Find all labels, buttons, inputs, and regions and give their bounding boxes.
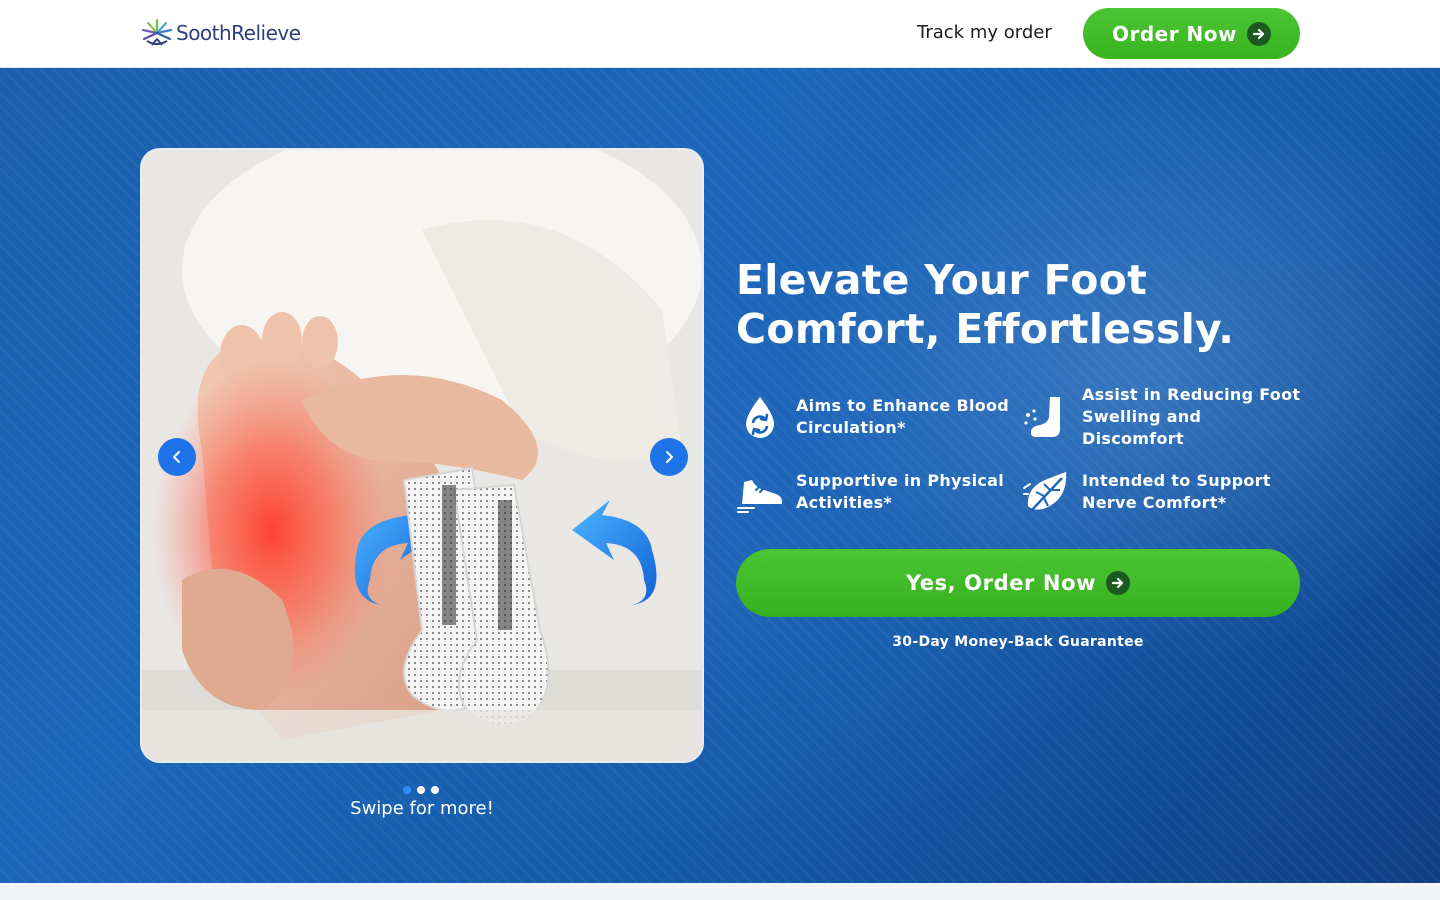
hero-section: Swipe for more! Elevate Your Foot Comfor… [0,68,1440,883]
arrow-right-icon [1247,21,1272,46]
product-carousel[interactable] [140,148,704,763]
lotus-logo-icon [141,18,173,46]
chevron-left-icon [173,451,180,463]
next-section-edge [0,883,1440,900]
product-slide-image [142,150,702,761]
feature-nerve-text: Intended to Support Nerve Comfort* [1082,471,1271,512]
feature-swelling-text: Assist in Reducing Foot Swelling and Dis… [1082,385,1301,448]
order-now-button[interactable]: Order Now [1083,8,1300,59]
brand-name: SoothRelieve [176,21,301,45]
carousel-prev-button[interactable] [158,438,196,476]
feature-swelling: Assist in Reducing Foot Swelling and Dis… [1022,384,1302,450]
feature-activities: Supportive in Physical Activities* [736,468,1016,516]
brand-logo[interactable]: SoothRelieve [140,16,301,50]
money-back-guarantee: 30-Day Money-Back Guarantee [892,634,1144,650]
cta-label: Yes, Order Now [905,571,1097,595]
carousel-dots [403,786,439,794]
feature-circulation-text: Aims to Enhance Blood Circulation* [796,396,1010,437]
drop-circulation-icon [746,397,774,438]
carousel-next-button[interactable] [650,438,688,476]
feature-activities-text: Supportive in Physical Activities* [796,471,1005,512]
carousel-dot-1[interactable] [403,786,411,794]
site-header: SoothRelieve Track my order Order Now [0,0,1440,68]
running-shoe-icon [737,480,782,513]
carousel-dot-2[interactable] [417,786,425,794]
arrow-right-icon [1106,571,1131,595]
leaf-nerve-icon [1023,472,1067,513]
carousel-dot-3[interactable] [431,786,439,794]
yes-order-now-button[interactable]: Yes, Order Now [736,549,1300,617]
foot-swelling-icon [1024,397,1060,437]
swipe-hint: Swipe for more! [350,798,494,819]
order-now-label: Order Now [1111,21,1238,46]
feature-circulation: Aims to Enhance Blood Circulation* [736,393,1016,441]
track-order-link[interactable]: Track my order [917,22,1052,43]
feature-nerve: Intended to Support Nerve Comfort* [1022,468,1302,516]
hero-headline: Elevate Your Foot Comfort, Effortlessly. [736,256,1235,353]
chevron-right-icon [666,451,673,463]
